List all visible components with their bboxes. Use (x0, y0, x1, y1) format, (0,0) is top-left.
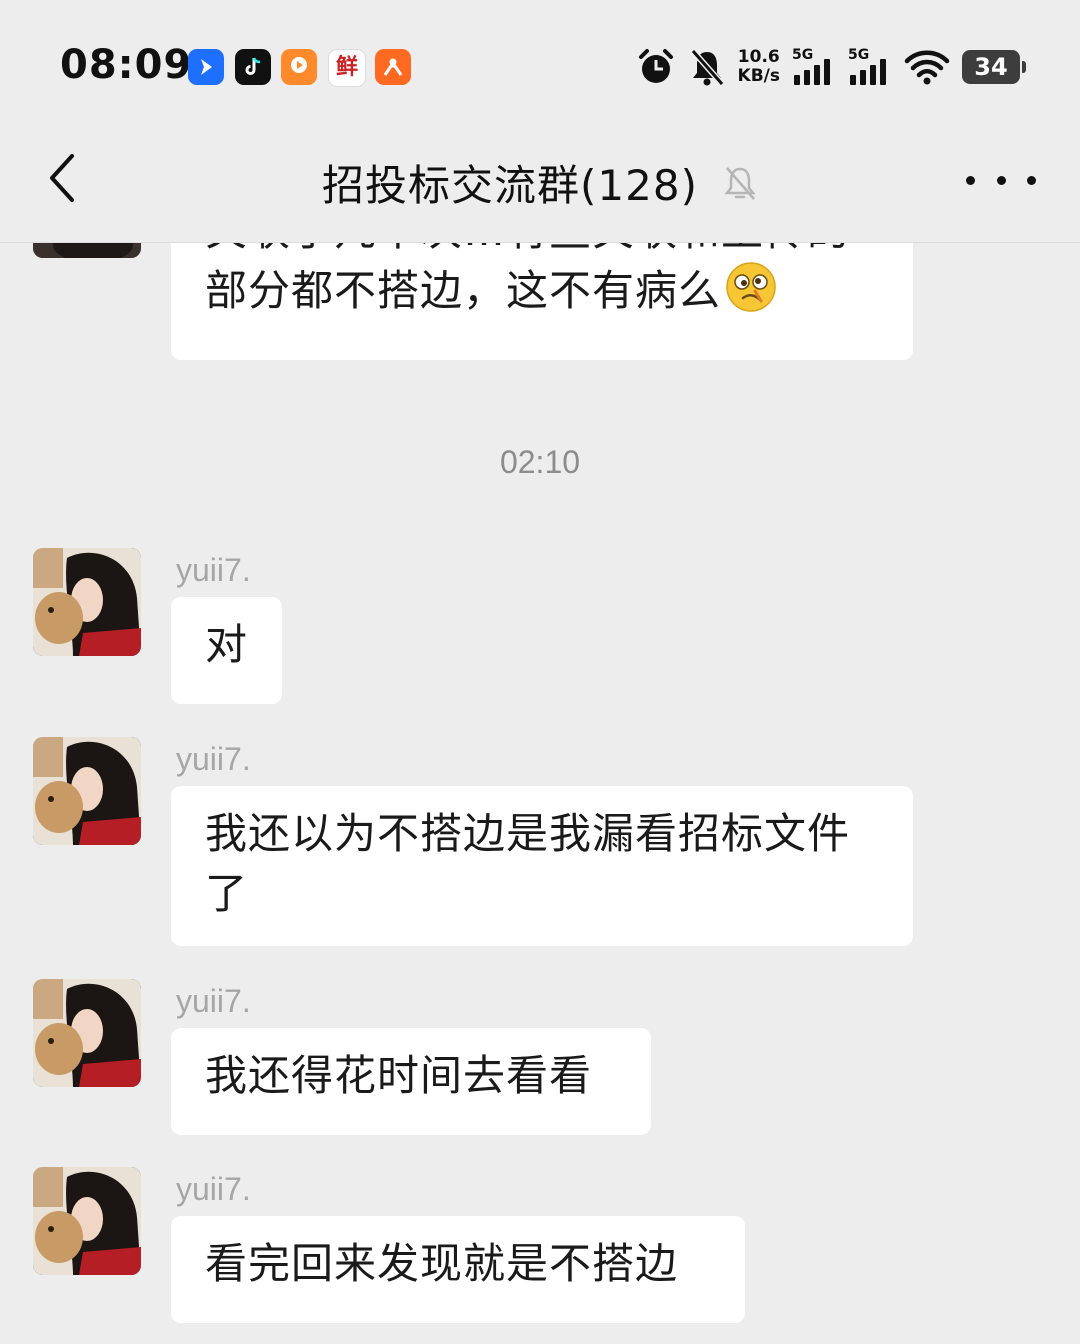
message-text: 看完回来发现就是不搭边 (205, 1239, 679, 1288)
sender-name: yuii7. (176, 741, 251, 777)
sender-name: yuii7. (176, 1171, 251, 1207)
signal-bars-icon (850, 59, 886, 85)
status-indicators: 10.6 KB/s 5G 5G 34 (636, 44, 1026, 90)
muted-bell-icon (724, 166, 756, 200)
message-text: 对 (205, 620, 249, 669)
avatar[interactable] (33, 1167, 141, 1275)
mute-bell-icon (690, 49, 724, 86)
message-bubble[interactable]: 我还以为不搭边是我漏看招标文件 了 (171, 786, 913, 946)
message-bubble[interactable]: 对 (171, 597, 282, 704)
taobao-app-icon (375, 49, 411, 85)
sender-name: yuii7. (176, 983, 251, 1019)
avatar[interactable] (33, 243, 141, 258)
message-text-line: 了 (205, 869, 249, 918)
more-dot-icon (1027, 175, 1036, 185)
chat-header: 招投标交流群(128) (0, 130, 1080, 243)
cell-signal-1: 5G (792, 47, 836, 87)
signal-bars-icon (794, 59, 830, 85)
network-speed-value: 10.6 (737, 47, 780, 67)
message-bubble[interactable]: 看完回来发现就是不搭边 (171, 1216, 745, 1323)
xianyu-app-icon: 鲜 (328, 49, 366, 87)
douyin-app-icon (235, 49, 271, 85)
more-dot-icon (996, 175, 1006, 185)
wifi-icon (904, 50, 950, 85)
message-text-line: 关联了几千次…有些关联和上传的 (205, 243, 879, 261)
message-text: 我还得花时间去看看 (205, 1051, 593, 1100)
avatar[interactable] (33, 979, 141, 1087)
message-bubble[interactable]: 我还得花时间去看看 (171, 1028, 651, 1135)
chat-title: 招投标交流群(128) (322, 161, 698, 210)
video-app-icon (281, 49, 317, 85)
cell-signal-2: 5G (848, 47, 892, 87)
message-text-line: 部分都不搭边，这不有病么 (205, 261, 879, 321)
more-dot-icon (966, 175, 975, 185)
avatar[interactable] (33, 548, 141, 656)
battery-level: 34 (974, 53, 1008, 81)
message-list[interactable]: 关联了几千次…有些关联和上传的 部分都不搭边，这不有病么 02:10 (0, 243, 1080, 1344)
dizzy-face-emoji-icon (726, 262, 776, 312)
network-speed-unit: KB/s (737, 66, 780, 86)
status-bar: 08:09 鲜 10.6 KB/s 5G 5G 34 (0, 0, 1080, 130)
message-text: 部分都不搭边，这不有病么 (205, 266, 722, 315)
more-options-button[interactable] (966, 156, 1036, 204)
sender-name: yuii7. (176, 552, 251, 588)
time-divider: 02:10 (499, 444, 581, 480)
network-speed: 10.6 KB/s (738, 48, 780, 86)
avatar[interactable] (33, 737, 141, 845)
status-time: 08:09 (60, 42, 193, 88)
chat-title-area[interactable]: 招投标交流群(128) (0, 152, 1080, 213)
alarm-icon (638, 49, 673, 83)
battery-indicator: 34 (962, 50, 1026, 84)
chat-screen: 08:09 鲜 10.6 KB/s 5G 5G 34 招投标交流群(128) 部… (0, 0, 1080, 1344)
message-bubble[interactable]: 关联了几千次…有些关联和上传的 部分都不搭边，这不有病么 (171, 243, 913, 360)
message-text-line: 我还以为不搭边是我漏看招标文件 (205, 809, 851, 858)
feishu-app-icon (188, 49, 224, 85)
